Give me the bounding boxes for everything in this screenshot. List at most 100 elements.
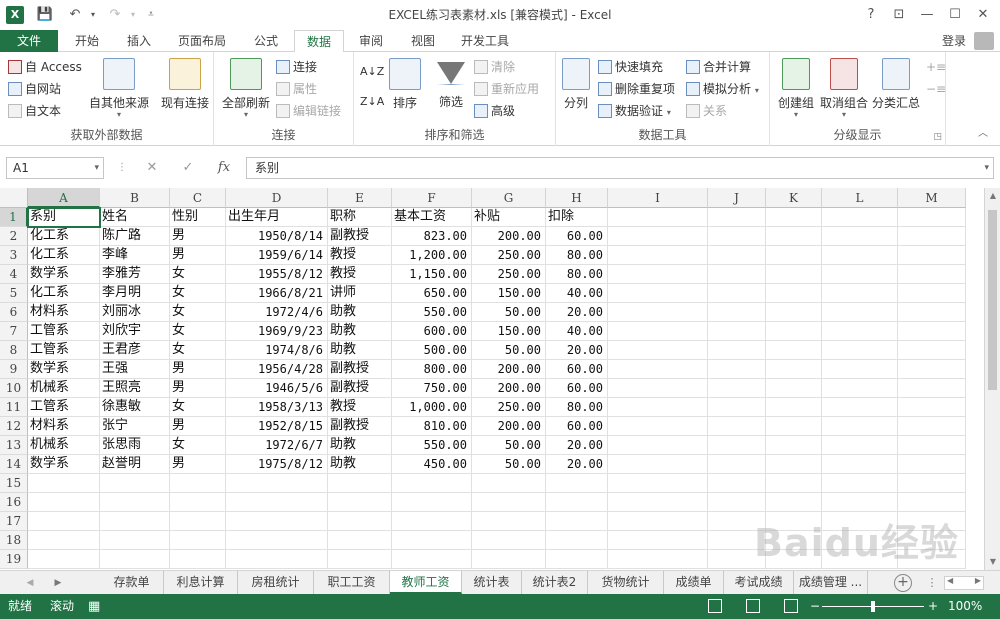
cell[interactable]: 1972/6/7	[226, 436, 328, 455]
cell[interactable]	[898, 322, 966, 341]
cell[interactable]	[608, 455, 708, 474]
outline-dialog-launcher-icon[interactable]: ◳	[933, 132, 942, 142]
cell[interactable]: 1,200.00	[392, 246, 472, 265]
cell[interactable]	[608, 550, 708, 569]
row-header[interactable]: 3	[0, 246, 28, 265]
column-header[interactable]: J	[708, 188, 766, 208]
row-header[interactable]: 7	[0, 322, 28, 341]
row-header[interactable]: 2	[0, 227, 28, 246]
cell[interactable]: 陈广路	[100, 227, 170, 246]
cell[interactable]: 1958/3/13	[226, 398, 328, 417]
row-header[interactable]: 17	[0, 512, 28, 531]
cell[interactable]	[898, 341, 966, 360]
cell[interactable]: 1,150.00	[392, 265, 472, 284]
ungroup-button[interactable]: 取消组合 ▾	[818, 56, 870, 119]
scroll-left-icon[interactable]: ◀	[947, 576, 953, 585]
column-header[interactable]: E	[328, 188, 392, 208]
cell[interactable]: 1959/6/14	[226, 246, 328, 265]
consolidate-button[interactable]: 合并计算	[686, 57, 751, 77]
sheet-tab-splitter-icon[interactable]: ⋮	[924, 574, 940, 592]
cell[interactable]: 化工系	[28, 246, 100, 265]
cell[interactable]: 250.00	[472, 398, 546, 417]
cell[interactable]	[898, 284, 966, 303]
row-header[interactable]: 11	[0, 398, 28, 417]
cell[interactable]	[392, 474, 472, 493]
cell[interactable]	[898, 398, 966, 417]
cell[interactable]	[392, 493, 472, 512]
cell[interactable]	[898, 474, 966, 493]
cell[interactable]	[898, 550, 966, 569]
cell[interactable]: 50.00	[472, 455, 546, 474]
tab-review[interactable]: 审阅	[346, 30, 396, 52]
zoom-out-button[interactable]: −	[810, 594, 820, 619]
cell[interactable]: 20.00	[546, 341, 608, 360]
cell[interactable]	[822, 284, 898, 303]
cell[interactable]	[328, 512, 392, 531]
column-header[interactable]: H	[546, 188, 608, 208]
cell[interactable]: 男	[170, 360, 226, 379]
sheet-tab[interactable]: 教师工资	[390, 571, 462, 594]
sort-ascending-icon[interactable]: A↓Z	[360, 62, 384, 82]
cell[interactable]	[608, 246, 708, 265]
macro-record-icon[interactable]: ▦	[88, 594, 100, 619]
tab-view[interactable]: 视图	[398, 30, 448, 52]
cell[interactable]: 男	[170, 379, 226, 398]
column-header[interactable]: C	[170, 188, 226, 208]
cell[interactable]: 李雅芳	[100, 265, 170, 284]
cell[interactable]	[822, 208, 898, 227]
row-header[interactable]: 9	[0, 360, 28, 379]
cell[interactable]: 1972/4/6	[226, 303, 328, 322]
cell[interactable]	[28, 512, 100, 531]
sheet-tab[interactable]: 房租统计	[238, 571, 314, 594]
tab-home[interactable]: 开始	[62, 30, 112, 52]
cell[interactable]	[822, 265, 898, 284]
cell[interactable]: 200.00	[472, 379, 546, 398]
cell[interactable]	[708, 360, 766, 379]
cell[interactable]: 550.00	[392, 436, 472, 455]
cell[interactable]	[100, 512, 170, 531]
column-header[interactable]: M	[898, 188, 966, 208]
cell[interactable]	[546, 550, 608, 569]
expand-formula-bar-icon[interactable]: ▾	[984, 158, 989, 178]
cell[interactable]	[226, 550, 328, 569]
cell[interactable]	[472, 550, 546, 569]
undo-icon[interactable]: ↶	[66, 6, 84, 24]
vertical-scrollbar[interactable]: ▲ ▼	[984, 188, 1000, 570]
cell[interactable]	[608, 474, 708, 493]
cell[interactable]: 副教授	[328, 379, 392, 398]
cell[interactable]	[708, 265, 766, 284]
cell[interactable]: 工管系	[28, 341, 100, 360]
cell[interactable]	[708, 436, 766, 455]
cell[interactable]	[822, 246, 898, 265]
data-validation-button[interactable]: 数据验证 ▾	[598, 101, 671, 121]
maximize-icon[interactable]: ☐	[944, 4, 966, 26]
clear-filter-button[interactable]: 清除	[474, 57, 515, 77]
from-access-button[interactable]: 自 Access	[8, 57, 82, 77]
cell[interactable]	[608, 417, 708, 436]
tab-page-layout[interactable]: 页面布局	[166, 30, 238, 52]
cell[interactable]: 200.00	[472, 417, 546, 436]
tab-developer[interactable]: 开发工具	[450, 30, 520, 52]
cell[interactable]	[608, 208, 708, 227]
cell[interactable]	[766, 417, 822, 436]
column-header[interactable]: F	[392, 188, 472, 208]
cell[interactable]: 材料系	[28, 417, 100, 436]
row-header[interactable]: 6	[0, 303, 28, 322]
cell[interactable]	[328, 531, 392, 550]
cell[interactable]: 张思雨	[100, 436, 170, 455]
cell[interactable]	[708, 341, 766, 360]
cell[interactable]: 工管系	[28, 398, 100, 417]
cell[interactable]: 女	[170, 265, 226, 284]
cell[interactable]	[708, 493, 766, 512]
cell[interactable]	[898, 227, 966, 246]
filter-button[interactable]: 筛选	[430, 56, 472, 110]
cell[interactable]: 赵誉明	[100, 455, 170, 474]
cell[interactable]	[822, 341, 898, 360]
column-header[interactable]: K	[766, 188, 822, 208]
cell[interactable]: 王君彦	[100, 341, 170, 360]
cell[interactable]: 250.00	[472, 265, 546, 284]
cell[interactable]	[328, 550, 392, 569]
cell[interactable]: 副教授	[328, 227, 392, 246]
row-header[interactable]: 13	[0, 436, 28, 455]
cell[interactable]	[766, 436, 822, 455]
